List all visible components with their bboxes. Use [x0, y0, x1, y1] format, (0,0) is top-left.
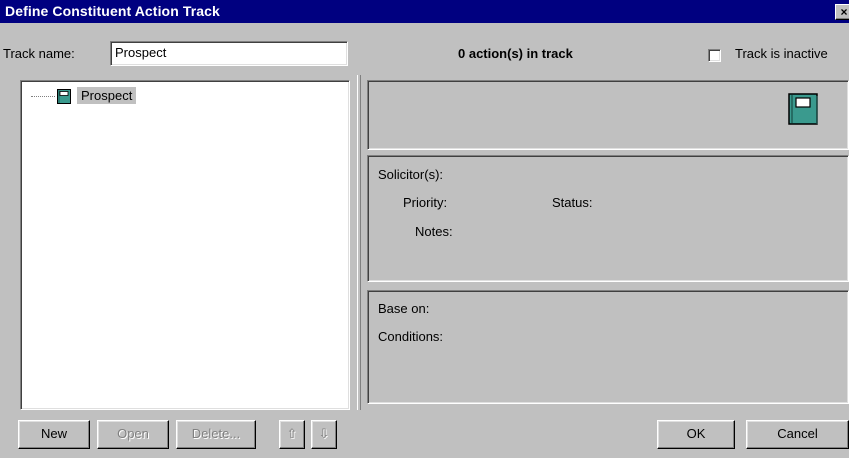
action-count-text: 0 action(s) in track [458, 46, 573, 61]
window-title: Define Constituent Action Track [5, 3, 220, 19]
solicitors-label: Solicitor(s): [378, 167, 444, 182]
cancel-button[interactable]: Cancel [746, 420, 849, 449]
delete-button[interactable]: Delete... [176, 420, 256, 449]
conditions-panel: Base on: Conditions: [367, 290, 849, 404]
conditions-label: Conditions: [378, 329, 444, 344]
new-button[interactable]: New [18, 420, 90, 449]
pane-splitter[interactable] [357, 75, 361, 410]
solicitor-panel: Solicitor(s): Priority: Status: Notes: [367, 155, 849, 282]
status-label: Status: [552, 195, 593, 210]
ok-button[interactable]: OK [657, 420, 735, 449]
tree-connector [31, 96, 55, 97]
track-name-label: Track name: [3, 46, 75, 61]
tree-item-prospect[interactable]: Prospect [77, 87, 137, 104]
base-on-label: Base on: [378, 301, 430, 316]
move-down-button[interactable]: ⇩ [311, 420, 337, 449]
close-button[interactable]: × [835, 4, 849, 20]
track-book-icon [57, 89, 71, 104]
close-icon: × [840, 5, 848, 19]
arrow-down-icon: ⇩ [318, 426, 330, 441]
notes-label: Notes: [415, 224, 453, 239]
track-tree[interactable]: Prospect [20, 80, 350, 410]
open-button[interactable]: Open [97, 420, 169, 449]
track-icon-panel [367, 80, 849, 150]
track-inactive-checkbox[interactable] [708, 49, 721, 62]
track-inactive-label: Track is inactive [735, 46, 828, 61]
move-up-button[interactable]: ⇧ [279, 420, 305, 449]
arrow-up-icon: ⇧ [286, 426, 298, 441]
title-bar: Define Constituent Action Track × [0, 0, 849, 23]
priority-label: Priority: [403, 195, 448, 210]
track-book-icon [788, 93, 818, 125]
track-name-input[interactable]: Prospect [110, 41, 348, 66]
